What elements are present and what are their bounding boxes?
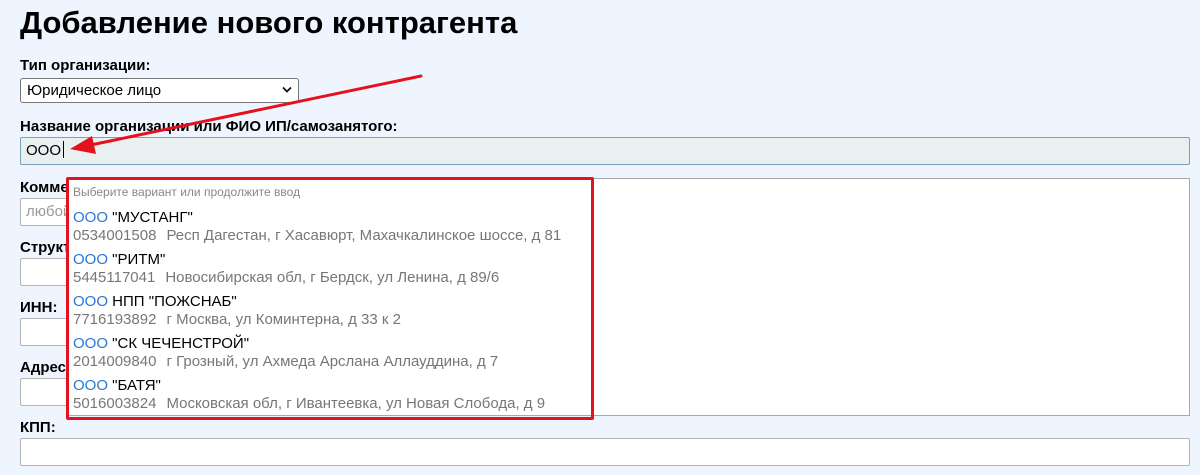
suggestion-match: ООО [73, 335, 109, 352]
suggestion-match: ООО [73, 209, 109, 226]
org-type-value: Юридическое лицо [27, 82, 162, 99]
org-name-label: Название организации или ФИО ИП/самозаня… [20, 118, 398, 135]
text-caret [63, 141, 65, 158]
suggestion-name: НПП "ПОЖСНАБ" [108, 293, 237, 310]
suggestion-match: ООО [73, 377, 109, 394]
suggestion-item[interactable]: ООО "СК ЧЕЧЕНСТРОЙ" 2014009840 г Грозный,… [73, 335, 498, 371]
suggestion-name: "МУСТАНГ" [108, 209, 193, 226]
org-type-select[interactable]: Юридическое лицо [20, 78, 299, 103]
kpp-input[interactable] [20, 438, 1190, 466]
suggestion-name: "РИТМ" [108, 251, 166, 268]
org-name-value: ООО [26, 142, 62, 159]
suggestion-address: Респ Дагестан, г Хасавюрт, Махачкалинско… [166, 227, 562, 244]
suggestion-address: Московская обл, г Ивантеевка, ул Новая С… [166, 395, 546, 412]
suggestion-item[interactable]: ООО "РИТМ" 5445117041 Новосибирская обл, … [73, 251, 499, 287]
suggestions-dropdown: Выберите вариант или продолжите ввод ООО… [67, 178, 1190, 416]
address-label: Адрес: [20, 359, 71, 376]
suggestion-inn: 0534001508 [73, 227, 157, 244]
org-name-input[interactable]: ООО [20, 137, 1190, 165]
suggestion-name: "БАТЯ" [108, 377, 161, 394]
suggestion-inn: 5016003824 [73, 395, 157, 412]
suggestion-match: ООО [73, 293, 109, 310]
suggestion-match: ООО [73, 251, 109, 268]
suggestion-item[interactable]: ООО НПП "ПОЖСНАБ" 7716193892 г Москва, ул… [73, 293, 401, 329]
chevron-down-icon [282, 86, 292, 93]
org-type-label: Тип организации: [20, 57, 151, 74]
suggestion-inn: 7716193892 [73, 311, 157, 328]
suggestion-address: г Москва, ул Коминтерна, д 33 к 2 [166, 311, 401, 328]
suggestion-item[interactable]: ООО "МУСТАНГ" 0534001508 Респ Дагестан, г… [73, 209, 561, 245]
page-title: Добавление нового контрагента [20, 5, 518, 40]
suggestion-address: Новосибирская обл, г Бердск, ул Ленина, … [165, 269, 500, 286]
inn-label: ИНН: [20, 299, 58, 316]
suggestion-inn: 2014009840 [73, 353, 157, 370]
suggestions-hint: Выберите вариант или продолжите ввод [73, 185, 301, 199]
comment-placeholder: любой [26, 203, 72, 220]
suggestion-address: г Грозный, ул Ахмеда Арслана Аллауддина,… [166, 353, 499, 370]
suggestion-item[interactable]: ООО "БАТЯ" 5016003824 Московская обл, г И… [73, 377, 545, 413]
suggestion-name: "СК ЧЕЧЕНСТРОЙ" [108, 335, 250, 352]
kpp-label: КПП: [20, 419, 56, 436]
suggestion-inn: 5445117041 [73, 269, 156, 286]
